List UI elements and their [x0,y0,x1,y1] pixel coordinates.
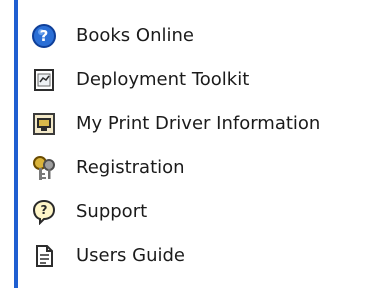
menu-item-label: Users Guide [76,245,185,266]
menu-item-label: My Print Driver Information [76,113,321,134]
help-menu-panel: ? Books Online Deployment Toolkit My Pri… [0,0,383,288]
printer-driver-icon [30,110,58,138]
menu-item-label: Deployment Toolkit [76,69,250,90]
support-question-icon: ? [30,198,58,226]
help-circle-icon: ? [30,22,58,50]
svg-text:?: ? [41,203,48,217]
menu-item-books-online[interactable]: ? Books Online [30,14,320,58]
menu-item-registration[interactable]: Registration [30,146,320,190]
certificate-icon [30,66,58,94]
menu-item-support[interactable]: ? Support [30,190,320,234]
keys-icon [30,154,58,182]
svg-text:?: ? [40,27,49,45]
menu-item-label: Registration [76,157,185,178]
menu-item-users-guide[interactable]: Users Guide [30,234,320,278]
menu-item-label: Books Online [76,25,194,46]
menu-item-print-driver-information[interactable]: My Print Driver Information [30,102,320,146]
menu-accent-bar [14,0,18,288]
menu-item-deployment-toolkit[interactable]: Deployment Toolkit [30,58,320,102]
help-menu-list: ? Books Online Deployment Toolkit My Pri… [30,14,320,278]
document-icon [30,242,58,270]
menu-item-label: Support [76,201,148,222]
